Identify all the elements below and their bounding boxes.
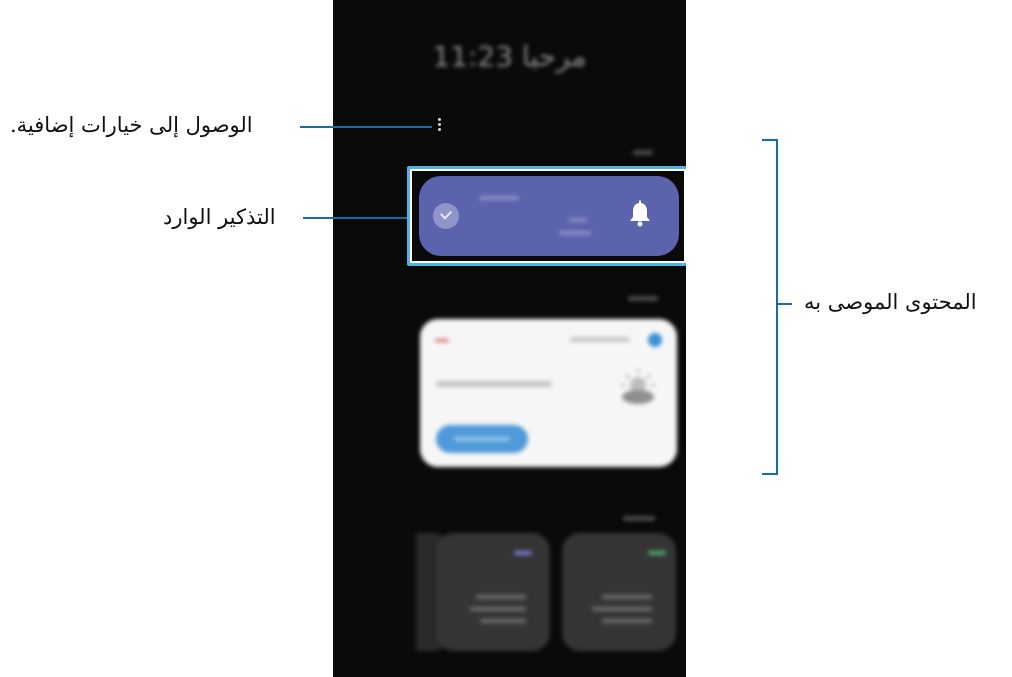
callout-more-options: الوصول إلى خيارات إضافية. xyxy=(10,113,253,137)
weather-action-button[interactable] xyxy=(436,425,528,453)
bell-icon xyxy=(630,200,650,227)
weather-prompt xyxy=(436,381,552,387)
weather-source xyxy=(570,337,630,342)
recommended-content-bracket xyxy=(776,139,778,475)
suggestion-card-2[interactable] xyxy=(562,533,676,651)
reminder-time xyxy=(559,231,591,235)
sun-cloud-icon xyxy=(621,369,655,404)
phone-screen: مرحبا 11:23 xyxy=(333,0,686,677)
reminder-card[interactable] xyxy=(419,176,679,256)
section-heading-suggestions xyxy=(623,516,655,521)
greeting-header: مرحبا 11:23 xyxy=(432,40,587,73)
bracket-top-tick xyxy=(762,139,778,141)
callout-line-incoming-reminder xyxy=(303,217,407,219)
more-options-icon[interactable] xyxy=(438,118,442,133)
suggestion-card-1[interactable] xyxy=(436,533,550,651)
callout-incoming-reminder: التذكير الوارد xyxy=(163,205,276,229)
card-menu-icon[interactable] xyxy=(435,339,449,342)
reminder-title xyxy=(479,196,519,200)
callout-recommended-content: المحتوى الموصى به xyxy=(804,290,977,314)
callout-line-more-options xyxy=(300,126,432,128)
weather-app-icon xyxy=(648,333,662,347)
callout-line-recommended xyxy=(778,303,792,305)
section-heading-reminders xyxy=(633,150,653,155)
reminder-detail xyxy=(569,218,587,222)
bracket-bottom-tick xyxy=(762,473,778,475)
check-circle-icon[interactable] xyxy=(433,203,459,229)
weather-card[interactable] xyxy=(420,319,677,467)
section-heading-recommended xyxy=(628,296,658,301)
